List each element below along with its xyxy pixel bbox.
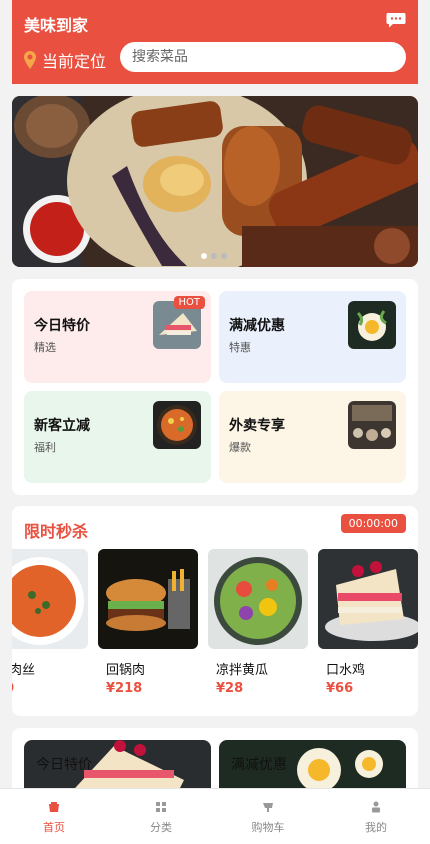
category-card-takeout[interactable]: 外卖专享 爆款 xyxy=(219,391,406,483)
search-input[interactable]: 搜索菜品 xyxy=(120,42,406,72)
category-subtitle: 特惠 xyxy=(229,341,251,354)
featured-card-label: 今日特价 xyxy=(36,757,92,773)
location-label: 当前定位 xyxy=(42,52,107,71)
category-thumbnail xyxy=(348,301,396,349)
bottom-tab-bar: 首页 分类 购物车 我的 xyxy=(0,788,430,844)
home-icon xyxy=(49,802,59,812)
tab-label: 购物车 xyxy=(251,821,285,834)
banner-dot[interactable] xyxy=(211,253,217,259)
category-title: 满减优惠 xyxy=(229,318,285,334)
product-card[interactable]: 回锅肉 ¥218 xyxy=(98,549,198,699)
countdown-timer: 00:00:00 xyxy=(340,514,406,533)
user-icon xyxy=(372,801,380,813)
product-price: ¥28 xyxy=(216,681,244,696)
product-name: 香肉丝 xyxy=(12,663,36,678)
category-panel: 今日特价 精选 HOT 满减优惠 特惠 新客立减 福利 外卖专享 爆款 xyxy=(12,279,418,495)
flash-sale-title: 限时秒杀 xyxy=(24,522,89,541)
tab-label: 首页 xyxy=(43,821,65,834)
product-price: 80 xyxy=(12,681,88,696)
product-price: ¥66 xyxy=(326,681,354,696)
banner-dots xyxy=(201,253,227,259)
category-title: 今日特价 xyxy=(34,318,90,334)
product-image xyxy=(12,549,88,649)
location-selector[interactable]: 当前定位 xyxy=(24,48,106,72)
category-card-today-special[interactable]: 今日特价 精选 HOT xyxy=(24,291,211,383)
location-pin-icon xyxy=(24,51,36,69)
category-thumbnail xyxy=(348,401,396,449)
product-name: 凉拌黄瓜 xyxy=(216,663,269,678)
grid-icon xyxy=(156,802,166,812)
category-title: 外卖专享 xyxy=(229,418,285,434)
product-price: ¥218 xyxy=(106,681,143,696)
tab-label: 分类 xyxy=(150,821,172,834)
cart-icon xyxy=(263,803,273,812)
category-subtitle: 爆款 xyxy=(229,441,251,454)
tab-category[interactable]: 分类 xyxy=(131,801,191,835)
app-title: 美味到家 xyxy=(24,16,89,35)
featured-card-label: 满减优惠 xyxy=(231,757,287,773)
hot-badge: HOT xyxy=(173,296,205,309)
product-card[interactable]: 凉拌黄瓜 ¥28 xyxy=(208,549,308,699)
product-card[interactable]: 香肉丝 80 xyxy=(12,549,88,699)
chat-icon[interactable] xyxy=(386,12,406,28)
product-image xyxy=(98,549,198,649)
banner-image xyxy=(12,96,418,267)
promo-banner[interactable] xyxy=(12,96,418,267)
product-card[interactable]: 口水鸡 ¥66 xyxy=(318,549,418,699)
category-title: 新客立减 xyxy=(34,418,90,434)
product-image xyxy=(318,549,418,649)
app-header: 美味到家 当前定位 搜索菜品 xyxy=(12,0,418,84)
flash-sale-section: 限时秒杀 00:00:00 香肉丝 80 回锅肉 ¥218 凉拌黄瓜 ¥28 口… xyxy=(12,506,418,716)
product-image xyxy=(208,549,308,649)
tab-cart[interactable]: 购物车 xyxy=(238,801,298,835)
category-card-discount[interactable]: 满减优惠 特惠 xyxy=(219,291,406,383)
category-card-new-customer[interactable]: 新客立减 福利 xyxy=(24,391,211,483)
tab-home[interactable]: 首页 xyxy=(24,801,84,835)
product-name: 口水鸡 xyxy=(326,663,366,678)
tab-label: 我的 xyxy=(365,821,387,834)
banner-dot[interactable] xyxy=(221,253,227,259)
product-name: 回锅肉 xyxy=(106,663,146,678)
banner-dot-active[interactable] xyxy=(201,253,207,259)
category-thumbnail xyxy=(153,401,201,449)
tab-profile[interactable]: 我的 xyxy=(346,801,406,835)
category-subtitle: 精选 xyxy=(34,341,56,354)
category-subtitle: 福利 xyxy=(34,441,56,454)
